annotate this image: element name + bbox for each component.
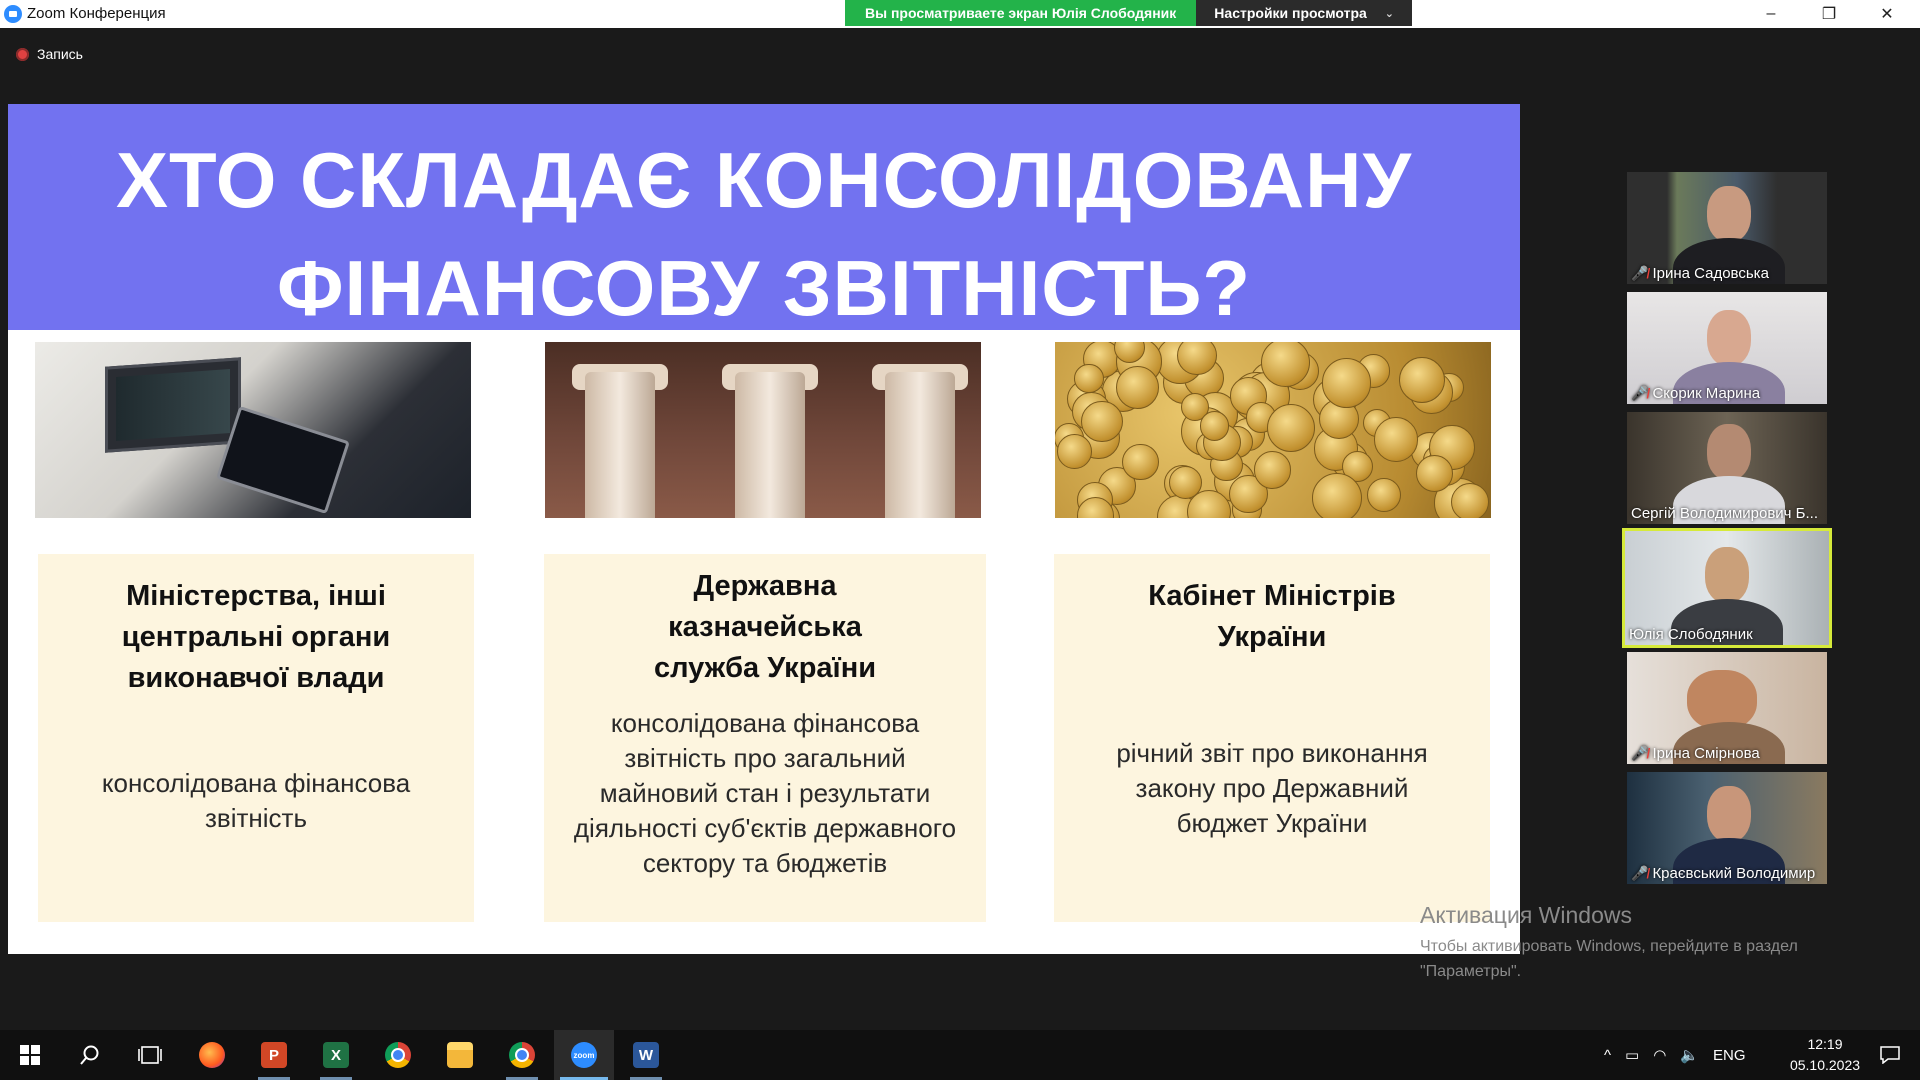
start-button[interactable] xyxy=(0,1030,60,1080)
recording-label: Запись xyxy=(37,46,83,62)
participant-tile[interactable]: Сергій Володимирович Б... xyxy=(1627,412,1827,524)
firefox-app[interactable] xyxy=(182,1030,242,1080)
participant-name: 🎤̸ Ірина Смірнова xyxy=(1631,745,1760,762)
shared-slide: ХТО СКЛАДАЄ КОНСОЛІДОВАНУ ФІНАНСОВУ ЗВІТ… xyxy=(8,104,1520,954)
chrome-app[interactable] xyxy=(368,1030,428,1080)
powerpoint-icon: P xyxy=(261,1042,287,1068)
coins-image xyxy=(1055,342,1491,518)
search-icon xyxy=(80,1045,99,1065)
file-explorer-app[interactable] xyxy=(430,1030,490,1080)
task-view-button[interactable] xyxy=(120,1030,180,1080)
windows-logo-icon xyxy=(20,1045,40,1065)
word-icon: W xyxy=(633,1042,659,1068)
word-app[interactable]: W xyxy=(616,1030,676,1080)
participant-tile[interactable]: 🎤̸ Ірина Смірнова xyxy=(1627,652,1827,764)
columns-image xyxy=(545,342,981,518)
chrome-icon xyxy=(385,1042,411,1068)
minimize-button[interactable]: – xyxy=(1748,0,1794,28)
chevron-up-icon[interactable]: ^ xyxy=(1604,1047,1611,1064)
coin xyxy=(1122,443,1159,481)
coin xyxy=(1451,482,1490,518)
mic-muted-icon: 🎤̸ xyxy=(1631,745,1649,761)
mic-muted-icon: 🎤̸ xyxy=(1631,385,1649,401)
activation-watermark-title: Активация Windows xyxy=(1420,902,1632,928)
coin xyxy=(1115,366,1159,409)
window-title: Zoom Конференция xyxy=(27,5,166,22)
notifications-button[interactable] xyxy=(1866,1030,1914,1080)
finance-laptop-image xyxy=(35,342,471,518)
participant-name: Юлія Слободяник xyxy=(1629,626,1753,643)
view-settings-button[interactable]: Настройки просмотра ⌄ xyxy=(1196,0,1412,26)
zoom-icon: zoom xyxy=(571,1042,597,1068)
language-indicator[interactable]: ENG xyxy=(1713,1047,1746,1064)
chevron-down-icon: ⌄ xyxy=(1384,7,1394,20)
card-treasury: Державна казначейська служба України кон… xyxy=(544,554,986,922)
activation-watermark-text: Чтобы активировать Windows, перейдите в … xyxy=(1420,938,1798,980)
clock[interactable]: 12:19 05.10.2023 xyxy=(1784,1034,1866,1076)
card-cabinet: Кабінет Міністрів України річний звіт пр… xyxy=(1054,554,1490,922)
excel-icon: X xyxy=(323,1042,349,1068)
mic-muted-icon: 🎤̸ xyxy=(1631,265,1649,281)
slide-title-line-1: ХТО СКЛАДАЄ КОНСОЛІДОВАНУ xyxy=(115,136,1412,224)
zoom-logo-icon xyxy=(4,5,22,23)
participant-tile[interactable]: 🎤̸ Скорик Марина xyxy=(1627,292,1827,404)
screen-share-banner: Вы просматриваете экран Юлія Слободяник … xyxy=(845,0,1412,26)
view-settings-label: Настройки просмотра xyxy=(1214,5,1367,21)
participant-tile[interactable]: 🎤̸ Краєвський Володимир xyxy=(1627,772,1827,884)
taskbar: P X zoom W ^ ▭ ◠ 🔈 ENG 12:19 05.10.2023 xyxy=(0,1030,1920,1080)
coin xyxy=(1321,358,1372,408)
zoom-app[interactable]: zoom xyxy=(554,1030,614,1080)
slide-title: ХТО СКЛАДАЄ КОНСОЛІДОВАНУ ФІНАНСОВУ ЗВІТ… xyxy=(8,126,1520,342)
card-body: консолідована фінансова звітність про за… xyxy=(573,708,957,878)
participant-name: 🎤̸ Скорик Марина xyxy=(1631,385,1761,402)
laptop-illustration xyxy=(105,357,241,453)
tablet-illustration xyxy=(216,405,350,515)
mic-muted-icon: 🎤̸ xyxy=(1631,865,1649,881)
wifi-icon[interactable]: ◠ xyxy=(1653,1046,1666,1064)
system-tray: ^ ▭ ◠ 🔈 ENG xyxy=(1604,1030,1746,1080)
card-title: Кабінет Міністрів України xyxy=(1148,580,1396,653)
coin xyxy=(1073,363,1104,394)
participant-name: 🎤̸ Краєвський Володимир xyxy=(1631,865,1816,882)
slide-title-line-2: ФІНАНСОВУ ЗВІТНІСТЬ? xyxy=(276,244,1252,332)
search-button[interactable] xyxy=(60,1030,120,1080)
coin xyxy=(1081,400,1123,443)
coin xyxy=(1057,434,1093,469)
coin xyxy=(1366,477,1401,512)
card-title: Державна казначейська служба України xyxy=(653,570,877,684)
coin xyxy=(1199,411,1230,441)
participant-tile[interactable]: 🎤̸ Ірина Садовська xyxy=(1627,172,1827,284)
recording-indicator[interactable]: Запись xyxy=(16,46,83,62)
title-bar: Zoom Конференция Вы просматриваете экран… xyxy=(0,0,1920,28)
active-speaker-tile[interactable]: Юлія Слободяник xyxy=(1622,528,1832,648)
card-body: річний звіт про виконання закону про Дер… xyxy=(1116,738,1428,838)
coin xyxy=(1311,473,1362,518)
participant-name: 🎤̸ Ірина Садовська xyxy=(1631,265,1769,282)
clock-date: 05.10.2023 xyxy=(1789,1057,1861,1073)
card-ministries: Міністерства, інші центральні органи вик… xyxy=(38,554,474,922)
maximize-button[interactable]: ❐ xyxy=(1806,0,1852,28)
volume-icon[interactable]: 🔈 xyxy=(1680,1046,1699,1064)
slide-header: ХТО СКЛАДАЄ КОНСОЛІДОВАНУ ФІНАНСОВУ ЗВІТ… xyxy=(8,104,1520,332)
coin xyxy=(1266,403,1315,452)
clock-time: 12:19 xyxy=(1807,1036,1843,1052)
folder-icon xyxy=(447,1042,473,1068)
chrome-profile-icon xyxy=(509,1042,535,1068)
card-body: консолідована фінансова звітність xyxy=(101,768,411,833)
coin xyxy=(1254,451,1292,489)
notification-icon xyxy=(1880,1046,1900,1064)
record-icon xyxy=(16,47,29,61)
firefox-icon xyxy=(199,1042,225,1068)
coin xyxy=(1373,417,1419,462)
task-view-icon xyxy=(138,1046,162,1064)
excel-app[interactable]: X xyxy=(306,1030,366,1080)
card-title: Міністерства, інші центральні органи вик… xyxy=(121,580,391,694)
powerpoint-app[interactable]: P xyxy=(244,1030,304,1080)
chrome-profile-app[interactable] xyxy=(492,1030,552,1080)
battery-icon[interactable]: ▭ xyxy=(1625,1046,1639,1064)
share-status-text: Вы просматриваете экран Юлія Слободяник xyxy=(845,0,1197,26)
participant-name: Сергій Володимирович Б... xyxy=(1631,505,1819,522)
close-button[interactable]: ✕ xyxy=(1864,0,1910,28)
